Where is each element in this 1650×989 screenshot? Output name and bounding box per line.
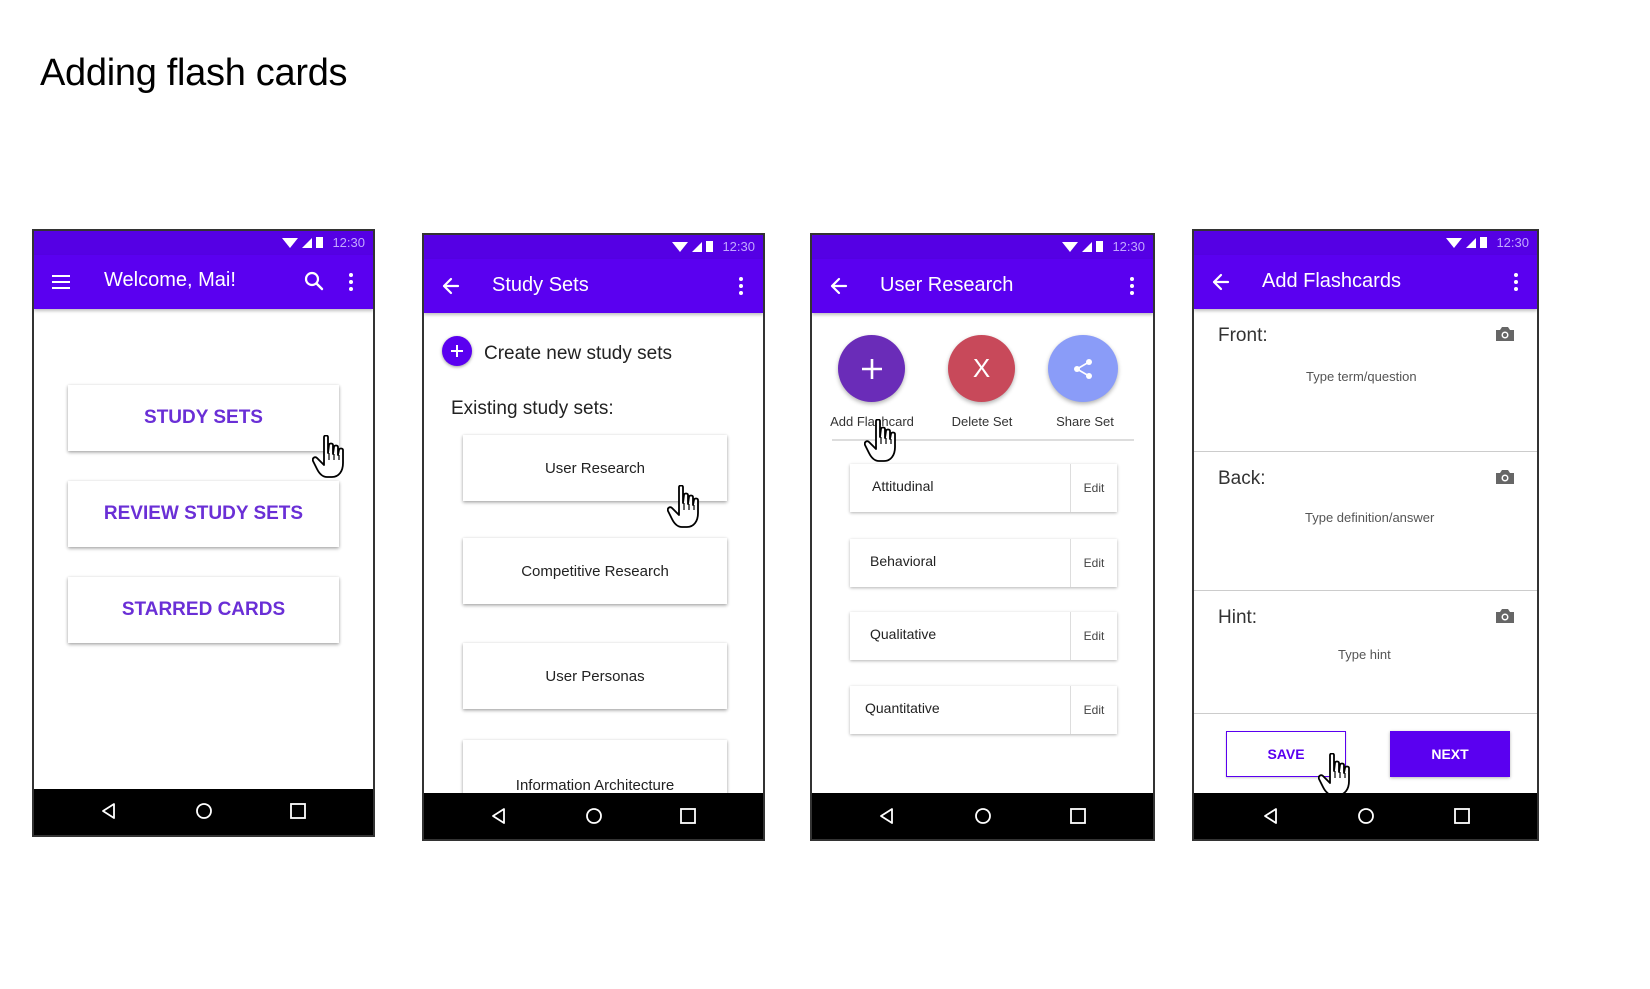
close-icon: X xyxy=(972,353,991,383)
nav-home-icon[interactable] xyxy=(196,803,212,819)
edit-button[interactable]: Edit xyxy=(1070,686,1117,734)
nav-back-icon[interactable] xyxy=(880,808,894,824)
nav-home-icon[interactable] xyxy=(975,808,991,824)
delete-set-label: Delete Set xyxy=(951,414,1013,429)
status-time: 12:30 xyxy=(332,235,365,250)
flashcard-title: Behavioral xyxy=(870,553,937,569)
edit-button[interactable]: Edit xyxy=(1070,539,1117,587)
nav-recent-icon[interactable] xyxy=(1070,808,1086,824)
arrow-back-icon[interactable] xyxy=(1212,273,1230,291)
nav-back-icon[interactable] xyxy=(102,803,116,819)
flashcard-title: Quantitative xyxy=(865,700,940,716)
flashcard-row[interactable]: Qualitative Edit xyxy=(850,612,1117,660)
signal-battery-icon xyxy=(1446,236,1488,248)
share-set-label: Share Set xyxy=(1056,414,1114,429)
starred-cards-button[interactable]: STARRED CARDS xyxy=(68,577,339,643)
next-button[interactable]: NEXT xyxy=(1390,731,1510,777)
camera-icon[interactable] xyxy=(1495,607,1515,624)
status-time: 12:30 xyxy=(1496,235,1529,250)
delete-set-button[interactable]: X xyxy=(948,335,1015,402)
add-flashcard-button[interactable] xyxy=(838,335,905,402)
search-icon[interactable] xyxy=(304,271,324,291)
front-label: Front: xyxy=(1218,325,1268,346)
app-bar: User Research xyxy=(812,259,1153,313)
more-vert-icon[interactable] xyxy=(739,277,743,295)
front-input[interactable]: Type term/question xyxy=(1306,369,1417,384)
signal-battery-icon xyxy=(1062,240,1104,252)
hand-pointer-icon xyxy=(312,435,344,478)
back-label: Back: xyxy=(1218,468,1266,489)
nav-home-icon[interactable] xyxy=(1358,808,1374,824)
study-set-card[interactable]: Competitive Research xyxy=(463,538,727,604)
phone-screen-user-research: 12:30 User Research X Add Flashcard Dele… xyxy=(810,233,1155,841)
study-set-card[interactable]: User Personas xyxy=(463,643,727,709)
signal-battery-icon xyxy=(672,240,714,252)
nav-recent-icon[interactable] xyxy=(680,808,696,824)
phone-screen-welcome: 12:30 Welcome, Mai! STUDY SETS REVIEW ST… xyxy=(32,229,375,837)
nav-recent-icon[interactable] xyxy=(1454,808,1470,824)
status-bar: 12:30 xyxy=(1194,231,1537,255)
camera-icon[interactable] xyxy=(1495,325,1515,342)
nav-back-icon[interactable] xyxy=(492,808,506,824)
app-bar: Add Flashcards xyxy=(1194,255,1537,309)
hint-field[interactable]: Hint: Type hint xyxy=(1194,591,1537,714)
status-time: 12:30 xyxy=(1112,239,1145,254)
edit-button[interactable]: Edit xyxy=(1070,464,1117,512)
app-bar-title: User Research xyxy=(880,274,1014,296)
signal-battery-icon xyxy=(282,236,324,248)
hand-pointer-icon xyxy=(667,485,699,528)
flashcard-title: Attitudinal xyxy=(872,478,934,494)
create-study-set-label[interactable]: Create new study sets xyxy=(484,343,672,365)
hamburger-menu-icon[interactable] xyxy=(52,275,70,289)
app-bar-title: Welcome, Mai! xyxy=(104,269,236,291)
share-set-button[interactable] xyxy=(1048,335,1118,402)
navigation-bar xyxy=(34,789,373,835)
flashcard-row[interactable]: Attitudinal Edit xyxy=(850,464,1117,512)
more-vert-icon[interactable] xyxy=(1130,277,1134,295)
status-bar: 12:30 xyxy=(34,231,373,255)
nav-back-icon[interactable] xyxy=(1264,808,1278,824)
review-study-sets-button[interactable]: REVIEW STUDY SETS xyxy=(68,481,339,547)
share-icon xyxy=(1074,358,1092,379)
existing-sets-heading: Existing study sets: xyxy=(451,398,614,419)
back-field[interactable]: Back: Type definition/answer xyxy=(1194,452,1537,591)
study-sets-button[interactable]: STUDY SETS xyxy=(68,385,339,451)
front-field[interactable]: Front: Type term/question xyxy=(1194,309,1537,452)
navigation-bar xyxy=(424,793,763,839)
status-bar: 12:30 xyxy=(424,235,763,259)
app-bar: Welcome, Mai! xyxy=(34,255,373,309)
more-vert-icon[interactable] xyxy=(1514,273,1518,291)
app-bar-title: Add Flashcards xyxy=(1262,270,1401,292)
app-bar-title: Study Sets xyxy=(492,274,589,296)
hand-pointer-icon xyxy=(864,419,896,462)
arrow-back-icon[interactable] xyxy=(442,277,460,295)
flashcard-row[interactable]: Behavioral Edit xyxy=(850,539,1117,587)
flashcard-row[interactable]: Quantitative Edit xyxy=(850,686,1117,734)
hint-label: Hint: xyxy=(1218,607,1258,628)
navigation-bar xyxy=(812,793,1153,839)
more-vert-icon[interactable] xyxy=(349,273,353,291)
create-study-set-button[interactable] xyxy=(442,336,472,366)
plus-icon xyxy=(861,358,882,379)
phone-screen-add-flashcards: 12:30 Add Flashcards Front: Type term/qu… xyxy=(1192,229,1539,841)
back-input[interactable]: Type definition/answer xyxy=(1305,510,1434,525)
edit-button[interactable]: Edit xyxy=(1070,612,1117,660)
navigation-bar xyxy=(1194,793,1537,839)
status-time: 12:30 xyxy=(722,239,755,254)
phone-screen-study-sets: 12:30 Study Sets Create new study sets E… xyxy=(422,233,765,841)
status-bar: 12:30 xyxy=(812,235,1153,259)
flashcard-title: Qualitative xyxy=(870,626,937,642)
nav-recent-icon[interactable] xyxy=(290,803,306,819)
camera-icon[interactable] xyxy=(1495,468,1515,485)
hint-input[interactable]: Type hint xyxy=(1338,647,1391,662)
nav-home-icon[interactable] xyxy=(586,808,602,824)
page-title: Adding flash cards xyxy=(40,52,348,94)
plus-icon xyxy=(451,345,463,357)
arrow-back-icon[interactable] xyxy=(830,277,848,295)
app-bar: Study Sets xyxy=(424,259,763,313)
